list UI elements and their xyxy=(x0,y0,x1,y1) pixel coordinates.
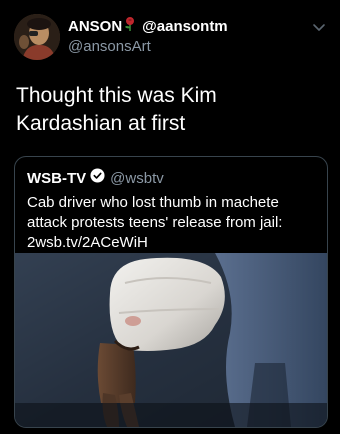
quoted-tweet-text: Cab driver who lost thumb in machete att… xyxy=(27,194,283,251)
tweet: ANSON @aansontm @ansonsArt Thought this … xyxy=(0,0,340,434)
quoted-tweet-name: WSB-TV xyxy=(27,169,87,187)
inline-handle: @aansontm xyxy=(142,17,228,35)
tweet-text: Thought this was Kim Kardashian at first xyxy=(16,84,217,135)
user-handle[interactable]: @ansonsArt xyxy=(68,38,308,55)
verified-check-icon xyxy=(90,168,105,188)
quoted-tweet-handle: @wsbtv xyxy=(110,169,164,187)
tweet-header: ANSON @aansontm @ansonsArt xyxy=(68,16,308,55)
avatar-photo xyxy=(14,14,60,60)
chevron-down-icon[interactable] xyxy=(312,20,326,34)
display-name[interactable]: ANSON xyxy=(68,18,122,35)
rose-icon xyxy=(123,16,137,37)
avatar[interactable] xyxy=(14,14,60,60)
name-row: ANSON @aansontm xyxy=(68,16,308,36)
quoted-tweet-header: WSB-TV @wsbtv xyxy=(27,168,164,188)
quoted-tweet-image[interactable] xyxy=(15,253,327,427)
quoted-tweet-card[interactable]: WSB-TV @wsbtv Cab driver who lost thumb … xyxy=(14,156,328,428)
